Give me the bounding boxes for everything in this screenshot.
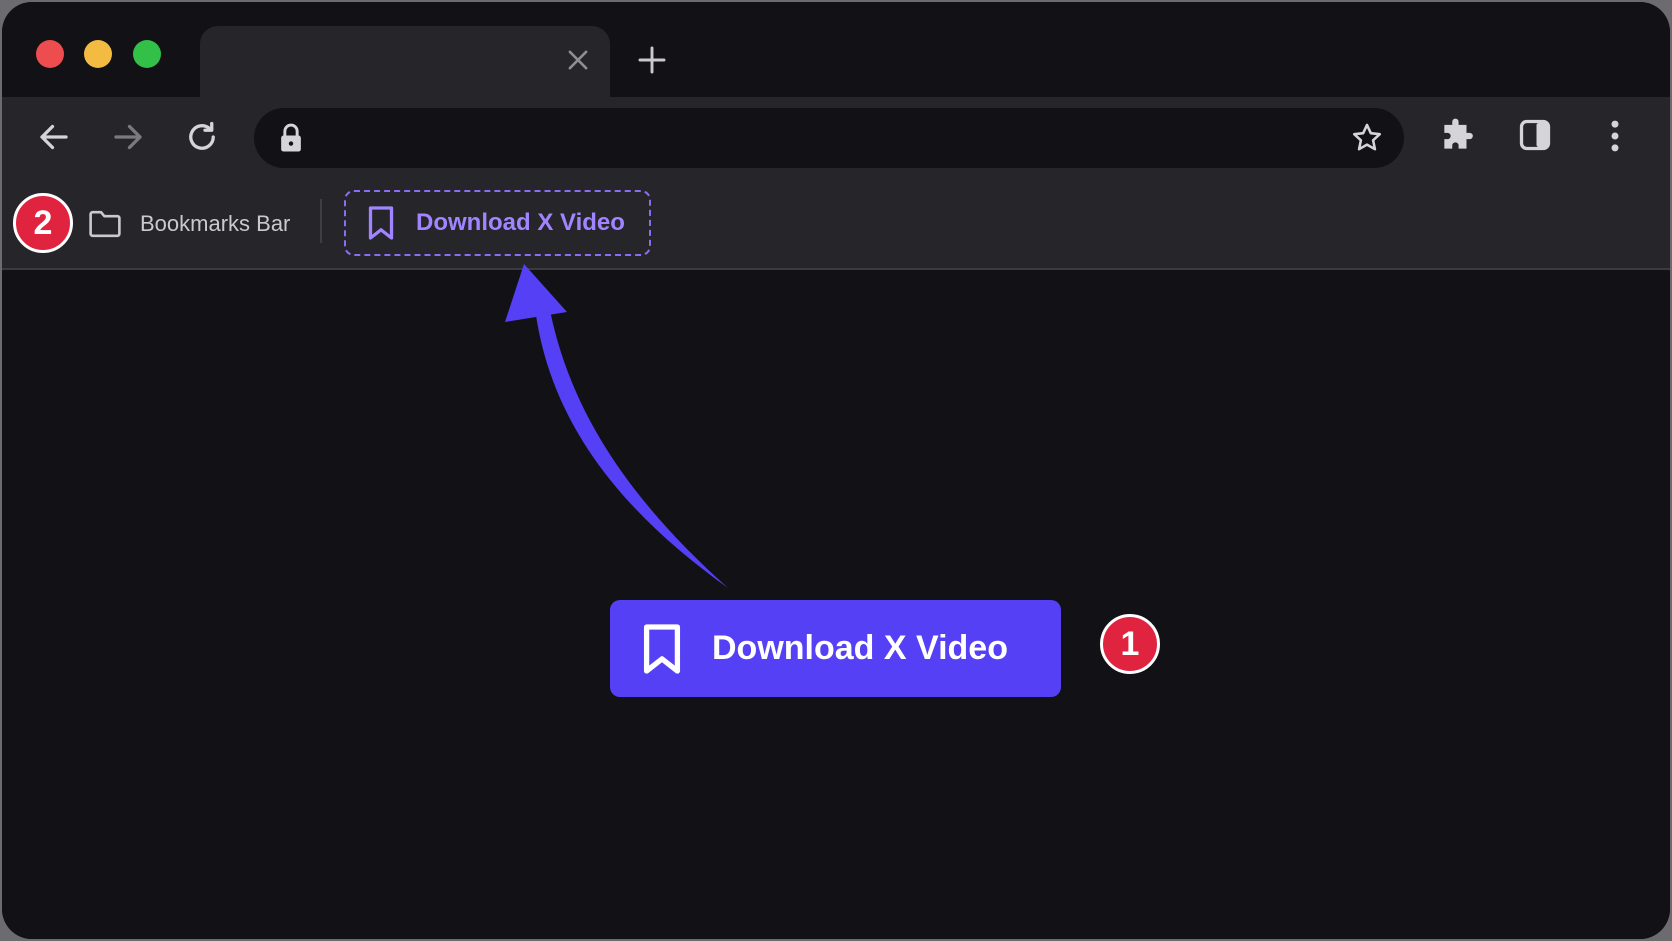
- close-window-button[interactable]: [36, 40, 64, 68]
- bookmark-download-x-video[interactable]: Download X Video: [344, 190, 651, 256]
- extensions-puzzle-icon[interactable]: [1438, 117, 1476, 155]
- browser-toolbar: [2, 97, 1670, 177]
- step-badge-1: 1: [1100, 614, 1160, 674]
- more-menu-icon[interactable]: [1600, 117, 1630, 155]
- forward-arrow-icon[interactable]: [110, 119, 146, 155]
- step-badge-2: 2: [13, 193, 73, 253]
- lock-icon: [281, 123, 301, 152]
- close-icon[interactable]: [564, 46, 592, 74]
- active-tab[interactable]: [200, 26, 610, 97]
- reload-icon[interactable]: [184, 119, 220, 155]
- download-x-video-button[interactable]: Download X Video: [610, 600, 1061, 697]
- bookmark-label: Download X Video: [416, 209, 625, 236]
- minimize-window-button[interactable]: [84, 40, 112, 68]
- bookmark-icon: [643, 623, 681, 674]
- url-input[interactable]: [324, 108, 1324, 168]
- bookmark-icon: [368, 206, 394, 240]
- bookmarks-folder[interactable]: Bookmarks Bar: [88, 207, 290, 241]
- bookmark-star-icon[interactable]: [1350, 121, 1384, 155]
- back-arrow-icon[interactable]: [36, 119, 72, 155]
- maximize-window-button[interactable]: [133, 40, 161, 68]
- folder-icon: [89, 210, 121, 238]
- tab-strip: [2, 2, 1670, 97]
- browser-window: 2 Bookmarks Bar Download X Video Downloa…: [2, 2, 1670, 939]
- side-panel-icon[interactable]: [1517, 117, 1553, 153]
- bookmarks-divider: [320, 199, 322, 243]
- bookmarks-folder-label: Bookmarks Bar: [140, 211, 291, 236]
- address-bar[interactable]: [254, 108, 1404, 168]
- download-button-label: Download X Video: [712, 629, 1008, 667]
- new-tab-icon[interactable]: [636, 44, 668, 76]
- bookmarks-bar: 2 Bookmarks Bar Download X Video: [2, 177, 1670, 270]
